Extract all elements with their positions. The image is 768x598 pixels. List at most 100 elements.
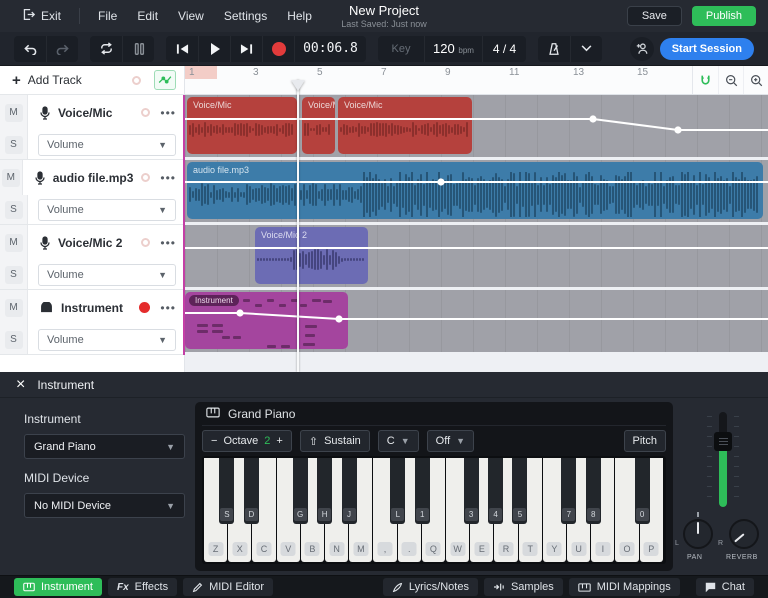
octave-control[interactable]: − Octave 2 +	[202, 430, 292, 452]
start-session-button[interactable]: Start Session	[660, 38, 754, 60]
volume-select[interactable]: Volume▼	[38, 264, 176, 286]
volume-select[interactable]: Volume▼	[38, 329, 176, 351]
record-button[interactable]	[262, 36, 294, 62]
black-key-G[interactable]: G	[293, 458, 308, 524]
tab-midi-editor[interactable]: MIDI Editor	[183, 578, 273, 596]
menu-help[interactable]: Help	[277, 0, 322, 32]
tab-samples[interactable]: Samples	[484, 578, 563, 596]
volume-select[interactable]: Volume▼	[38, 199, 176, 221]
track-lane-2[interactable]: audio file.mp3	[185, 160, 768, 222]
black-key-1[interactable]: 1	[415, 458, 430, 524]
pitch-button[interactable]: Pitch	[624, 430, 666, 452]
tab-effects[interactable]: FxEffects	[108, 578, 177, 596]
volume-select[interactable]: Volume▼	[38, 134, 176, 156]
solo-button[interactable]: S	[5, 201, 23, 219]
black-key-8[interactable]: 8	[586, 458, 601, 524]
timeline-ruler[interactable]: 13579111315	[185, 66, 768, 95]
black-key-S[interactable]: S	[219, 458, 234, 524]
zoom-out-button[interactable]	[718, 66, 743, 94]
more-options-icon[interactable]: •••	[160, 171, 176, 185]
reverb-knob[interactable]	[729, 519, 759, 549]
octave-down-button[interactable]: −	[211, 435, 217, 447]
solo-button[interactable]: S	[5, 136, 23, 154]
record-arm-indicator[interactable]	[139, 302, 150, 313]
skip-to-start-button[interactable]	[166, 36, 198, 62]
clip[interactable]: Voice/Mic	[187, 97, 297, 154]
solo-button[interactable]: S	[5, 331, 23, 349]
clip[interactable]: audio file.mp3	[187, 162, 763, 219]
metronome-chevron-icon[interactable]	[570, 36, 602, 62]
more-options-icon[interactable]: •••	[160, 106, 176, 120]
instrument-select[interactable]: Grand Piano▼	[24, 434, 185, 459]
track-name[interactable]: Instrument	[61, 301, 123, 315]
more-options-icon[interactable]: •••	[160, 236, 176, 250]
metronome-icon[interactable]	[538, 36, 570, 62]
track-name[interactable]: Voice/Mic 2	[58, 236, 122, 250]
zoom-in-button[interactable]	[743, 66, 768, 94]
skip-to-end-button[interactable]	[230, 36, 262, 62]
volume-fader-handle[interactable]	[714, 432, 732, 451]
mute-button[interactable]: M	[5, 234, 23, 252]
playhead-handle[interactable]	[291, 80, 305, 91]
black-key-0[interactable]: 0	[635, 458, 650, 524]
black-key-4[interactable]: 4	[488, 458, 503, 524]
black-key-H[interactable]: H	[317, 458, 332, 524]
play-button[interactable]	[198, 36, 230, 62]
mute-button[interactable]: M	[5, 104, 23, 122]
black-key-D[interactable]: D	[244, 458, 259, 524]
key-selector[interactable]: Key	[378, 43, 424, 55]
sustain-button[interactable]: ⇧ Sustain	[300, 430, 370, 452]
black-key-5[interactable]: 5	[512, 458, 527, 524]
menu-edit[interactable]: Edit	[127, 0, 168, 32]
exit-button[interactable]: Exit	[12, 0, 71, 32]
black-key-3[interactable]: 3	[464, 458, 479, 524]
project-title[interactable]: New Project	[341, 3, 427, 18]
record-arm-indicator[interactable]	[141, 238, 150, 247]
track-name[interactable]: Voice/Mic	[58, 106, 112, 120]
clip[interactable]: Instrument	[185, 292, 348, 349]
tab-lyrics-notes[interactable]: Lyrics/Notes	[383, 578, 478, 596]
record-arm-indicator[interactable]	[141, 108, 150, 117]
solo-button[interactable]: S	[5, 266, 23, 284]
snap-magnet-button[interactable]	[693, 66, 718, 94]
arpeggiator-select[interactable]: Off▼	[427, 430, 474, 452]
tab-instrument[interactable]: Instrument	[14, 578, 102, 596]
publish-button[interactable]: Publish	[692, 6, 756, 26]
tab-midi-mappings[interactable]: MIDI Mappings	[569, 578, 680, 596]
mute-button[interactable]: M	[5, 299, 23, 317]
menu-file[interactable]: File	[88, 0, 127, 32]
automation-toggle-button[interactable]	[154, 70, 176, 90]
save-button[interactable]: Save	[627, 6, 682, 26]
redo-button[interactable]	[46, 36, 78, 62]
midi-device-select[interactable]: No MIDI Device▼	[24, 493, 185, 518]
black-key-7[interactable]: 7	[561, 458, 576, 524]
add-track-button[interactable]: + Add Track	[0, 66, 184, 95]
timeline[interactable]: 13579111315 Voice/MicVoice/MicVoice/Mica…	[185, 66, 768, 372]
menu-view[interactable]: View	[168, 0, 214, 32]
clip[interactable]: Voice/Mic	[302, 97, 335, 154]
clip[interactable]: Voice/Mic	[338, 97, 472, 154]
clip[interactable]: Voice/Mic 2	[255, 227, 368, 284]
time-signature[interactable]: 4 / 4	[482, 36, 526, 62]
loop-icon[interactable]	[90, 36, 122, 62]
playhead[interactable]	[297, 80, 299, 372]
pan-knob[interactable]	[683, 519, 713, 549]
black-key-L[interactable]: L	[390, 458, 405, 524]
close-icon[interactable]: ×	[16, 377, 25, 393]
track-lane-3[interactable]: Voice/Mic 2	[185, 225, 768, 287]
more-options-icon[interactable]: •••	[160, 301, 176, 315]
mute-button[interactable]: M	[2, 169, 20, 187]
track-lane-4[interactable]: Instrument	[185, 290, 768, 352]
undo-button[interactable]	[14, 36, 46, 62]
track-name[interactable]: audio file.mp3	[53, 171, 134, 185]
octave-up-button[interactable]: +	[276, 435, 282, 447]
key-select[interactable]: C▼	[378, 430, 419, 452]
black-key-J[interactable]: J	[342, 458, 357, 524]
tab-chat[interactable]: Chat	[696, 578, 754, 596]
menu-settings[interactable]: Settings	[214, 0, 277, 32]
track-lane-1[interactable]: Voice/MicVoice/MicVoice/Mic	[185, 95, 768, 157]
split-regions-icon[interactable]	[122, 36, 154, 62]
record-arm-indicator[interactable]	[141, 173, 150, 182]
bpm-display[interactable]: 120 bpm	[424, 36, 482, 62]
add-collaborator-button[interactable]	[630, 37, 654, 61]
